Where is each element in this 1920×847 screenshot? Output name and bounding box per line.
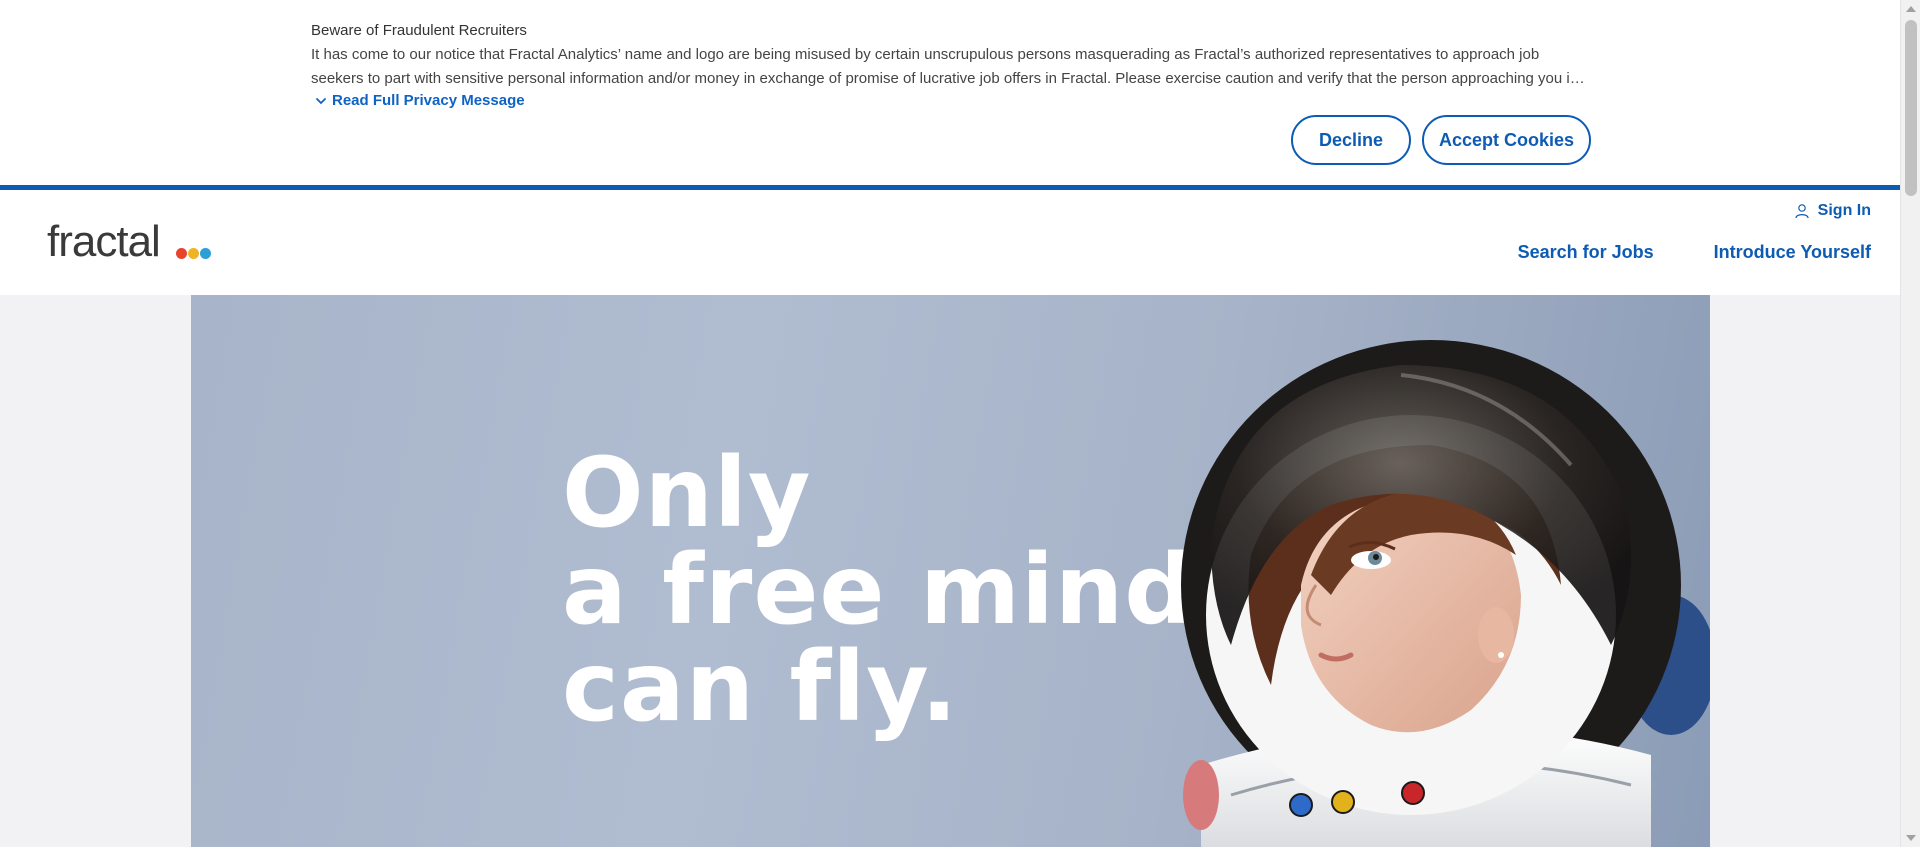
logo-dot-yellow [188, 248, 199, 259]
nav-introduce-yourself[interactable]: Introduce Yourself [1714, 242, 1871, 263]
privacy-banner-text: It has come to our notice that Fractal A… [311, 46, 1585, 87]
user-icon [1795, 204, 1809, 219]
privacy-banner-title: Beware of Fraudulent Recruiters [311, 22, 527, 39]
read-full-privacy-link[interactable]: Read Full Privacy Message [315, 92, 525, 109]
hero-headline-line-1: Only [562, 437, 812, 549]
hero-headline-line-2: a free mind [562, 534, 1194, 646]
privacy-banner-content: Beware of Fraudulent Recruiters It has c… [311, 20, 1591, 112]
logo-dots [176, 248, 211, 259]
astronaut-girl-image [1181, 340, 1710, 847]
page-scrollbar[interactable] [1900, 0, 1920, 847]
page: Beware of Fraudulent Recruiters It has c… [0, 0, 1920, 847]
logo-dot-red [176, 248, 187, 259]
main-nav: Search for Jobs Introduce Yourself [1518, 242, 1871, 263]
privacy-banner: Beware of Fraudulent Recruiters It has c… [0, 0, 1900, 187]
logo-wordmark: fractal [47, 217, 161, 266]
accept-cookies-button[interactable]: Accept Cookies [1422, 115, 1591, 165]
sign-in-label: Sign In [1817, 202, 1871, 219]
site-header: fractal Sign In Search for Jobs Introduc… [0, 185, 1900, 295]
sign-in-link[interactable]: Sign In [1794, 202, 1871, 220]
scroll-down-arrow-icon[interactable] [1906, 835, 1916, 841]
logo-dot-blue [200, 248, 211, 259]
hero-headline-line-3: can fly. [562, 631, 959, 743]
chevron-down-icon [316, 97, 326, 104]
nav-search-for-jobs[interactable]: Search for Jobs [1518, 242, 1654, 263]
fractal-logo[interactable]: fractal [47, 220, 217, 270]
scroll-up-arrow-icon[interactable] [1906, 6, 1916, 12]
cookie-actions: Decline Accept Cookies [1291, 115, 1591, 165]
scrollbar-thumb[interactable] [1905, 20, 1917, 196]
decline-button[interactable]: Decline [1291, 115, 1411, 165]
hero-headline: Only a free mind can fly. [562, 445, 1194, 736]
read-full-privacy-label: Read Full Privacy Message [332, 92, 525, 109]
hero-banner: Only a free mind can fly. [191, 295, 1710, 847]
